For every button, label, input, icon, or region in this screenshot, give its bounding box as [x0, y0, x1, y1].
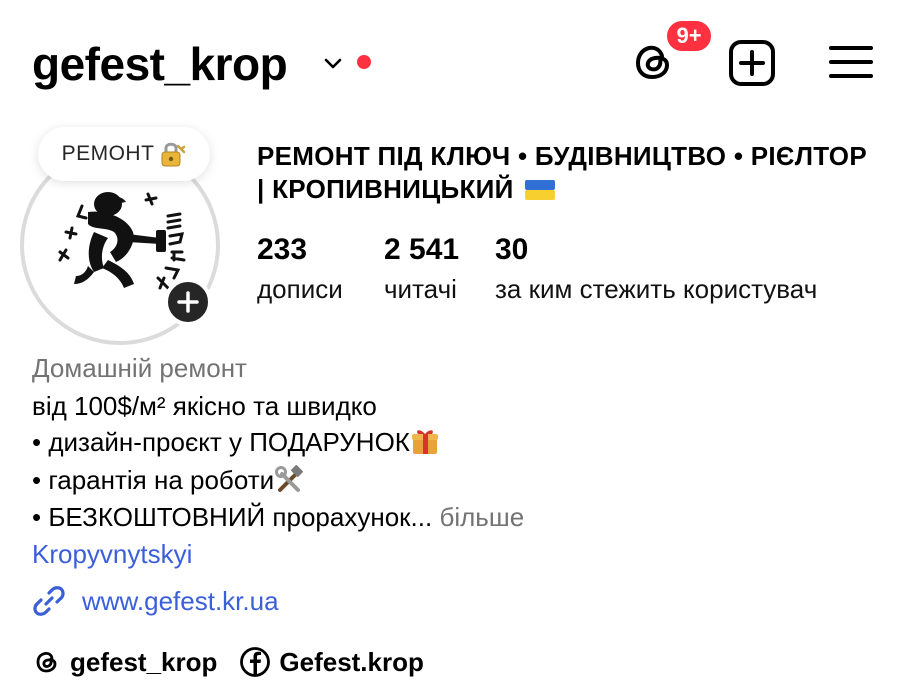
threads-handle: gefest_krop: [70, 646, 218, 677]
bio-line-gift: • дизайн-проєкт у ПОДАРУНОК: [32, 424, 440, 460]
facebook-handle: Gefest.krop: [279, 646, 424, 677]
profile-note-bubble[interactable]: РЕМОНТ: [38, 127, 210, 181]
bio-line-text: • дизайн-проєкт у ПОДАРУНОК: [32, 427, 410, 457]
ukraine-flag-icon: [525, 180, 556, 200]
followers-label[interactable]: читачі: [384, 272, 457, 306]
profile-category: Домашній ремонт: [32, 353, 247, 383]
link-icon: [33, 586, 65, 616]
location-link[interactable]: Kropyvnytskyi: [32, 536, 192, 572]
lock-with-key-icon: [161, 142, 186, 167]
hammer-and-wrench-icon: [275, 465, 304, 492]
profile-username[interactable]: gefest_krop: [32, 34, 288, 94]
notification-badge[interactable]: 9+: [664, 18, 714, 54]
bio-line-text: • гарантія на роботи: [32, 465, 275, 495]
add-story-button[interactable]: [164, 278, 212, 326]
hamburger-menu-icon[interactable]: [828, 42, 874, 82]
note-text: РЕМОНТ: [61, 142, 155, 165]
bio-line-text: • БЕЗКОШТОВНИЙ прорахунок...: [32, 502, 433, 532]
posts-label[interactable]: дописи: [257, 272, 343, 306]
gift-icon: [411, 430, 438, 454]
chevron-down-icon[interactable]: [322, 52, 344, 74]
facebook-profile-link[interactable]: Gefest.krop: [239, 646, 424, 678]
website-link[interactable]: www.gefest.kr.ua: [82, 583, 279, 619]
profile-full-name: РЕМОНТ ПІД КЛЮЧ • БУДІВНИЦТВО • РІЄЛТОР …: [257, 140, 877, 206]
posts-count[interactable]: 233: [257, 232, 307, 268]
website-row[interactable]: www.gefest.kr.ua: [32, 583, 279, 619]
bio-line: від 100$/м² якісно та швидко: [32, 391, 377, 421]
following-count[interactable]: 30: [495, 232, 528, 268]
plus-icon: [177, 291, 199, 313]
more-link[interactable]: більше: [439, 502, 524, 532]
facebook-icon: [240, 647, 271, 677]
social-links: gefest_krop Gefest.krop: [32, 646, 424, 678]
bio-line-truncated: • БЕЗКОШТОВНИЙ прорахунок... більше: [32, 499, 524, 535]
bio-line-tools: • гарантія на роботи: [32, 462, 304, 498]
status-dot: [357, 55, 371, 69]
threads-profile-link[interactable]: gefest_krop: [32, 647, 217, 678]
full-name-text: РЕМОНТ ПІД КЛЮЧ • БУДІВНИЦТВО • РІЄЛТОР …: [257, 141, 867, 204]
threads-icon: [36, 651, 57, 673]
create-post-icon[interactable]: [727, 38, 777, 88]
followers-count[interactable]: 2 541: [384, 232, 459, 268]
following-label[interactable]: за ким стежить користувач: [495, 272, 817, 306]
